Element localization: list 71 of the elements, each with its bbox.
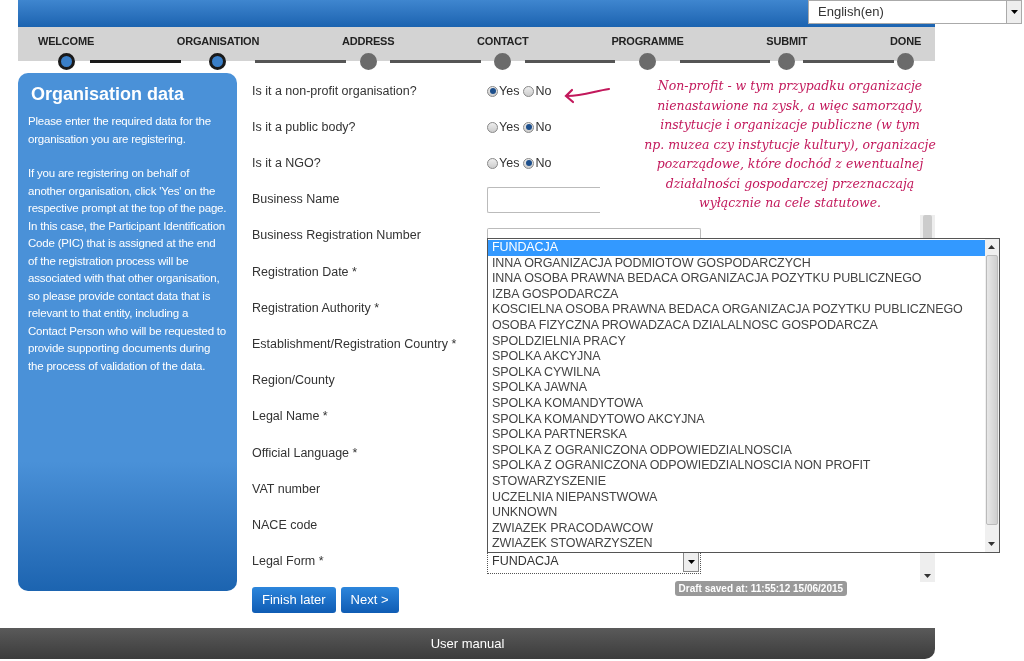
field-label: Business Registration Number — [252, 227, 422, 245]
list-option[interactable]: ZWIAZEK PRACODAWCOW — [488, 520, 985, 537]
next-button[interactable]: Next > — [340, 586, 399, 613]
field-label: NACE code — [252, 516, 319, 534]
radio-label: Yes — [499, 155, 520, 173]
field-label: Official Language * — [252, 444, 359, 462]
radio-button[interactable] — [523, 157, 535, 169]
radio-label: No — [535, 82, 552, 100]
list-option[interactable]: SPOLKA KOMANDYTOWO AKCYJNA — [488, 411, 985, 428]
scroll-down-button[interactable] — [920, 553, 935, 582]
radio-label: Yes — [499, 118, 520, 136]
list-option[interactable]: SPOLKA KOMANDYTOWA — [488, 395, 985, 412]
text-field[interactable] — [487, 186, 600, 213]
field-label: Is it a public body? — [252, 118, 357, 136]
handwritten-note: Non-profit - w tym przypadku organizacje nienastawione na zysk, a więc samorządy, instytucje i organizacje publiczne (w tym np. muzea czy instytucje kultury), organizacje pozarządowe, które dochód z ewentualnej działalności gospodarczej przeznaczają wyłącznie na cele statutowe. — [643, 77, 937, 212]
language-select[interactable]: English(en) — [808, 0, 1022, 24]
list-option[interactable]: SPOLKA CYWILNA — [488, 364, 985, 381]
field-label: Is it a non-profit organisation? — [252, 82, 418, 100]
sidebar-paragraph: If you are registering on behalf of another organisation, click 'Yes' on the respective prompt at the top of the page. In this case, the Participant Identification Code (PIC) that is assigned at the end of the registration process will be associated with that other organisation, so please provide contact data that is relevant to that entity, including a Contact Person who will be requested to provide supporting documents during the process of validation of the data. — [28, 166, 227, 374]
scroll-down-icon — [924, 574, 931, 578]
list-option[interactable]: STOWARZYSZENIE — [488, 473, 985, 490]
text-field[interactable] — [487, 227, 701, 238]
radio-button[interactable] — [487, 121, 498, 133]
list-option[interactable]: UCZELNIA NIEPANSTWOWA — [488, 489, 985, 506]
list-option[interactable]: INNA ORGANIZACJA PODMIOTOW GOSPODARCZYCH — [488, 255, 985, 272]
list-option[interactable]: UNKNOWN — [488, 505, 985, 521]
field-label: Legal Name * — [252, 408, 329, 426]
list-option[interactable]: SPOLKA Z OGRANICZONA ODPOWIEDZIALNOSCIA — [488, 442, 985, 459]
legal-form-list[interactable] — [487, 238, 1000, 553]
radio-button[interactable] — [523, 121, 535, 133]
step-label: WELCOME — [38, 35, 95, 48]
radio-button[interactable] — [523, 85, 535, 97]
list-scrollbar[interactable] — [985, 239, 999, 552]
radio-button[interactable] — [487, 85, 498, 97]
field-label: Legal Form * — [252, 553, 325, 571]
list-option[interactable]: SPOLKA JAWNA — [488, 380, 985, 396]
list-option[interactable]: IZBA GOSPODARCZA — [488, 286, 985, 303]
radio-label: No — [535, 118, 552, 136]
field-label: Establishment/Registration Country * — [252, 336, 458, 354]
sidebar-paragraph: Please enter the required data for the organisation you are registering. — [28, 114, 212, 147]
radio-label: Yes — [499, 82, 520, 100]
field-label: Registration Authority * — [252, 299, 381, 317]
step-label: ORGANISATION — [176, 35, 260, 48]
scroll-down-icon[interactable] — [988, 542, 995, 546]
sidebar-title: Organisation data — [30, 83, 186, 105]
step-label: SUBMIT — [766, 35, 808, 48]
finish-later-button[interactable]: Finish later — [252, 586, 336, 613]
radio-button[interactable] — [487, 157, 498, 169]
scroll-up-icon[interactable] — [988, 245, 995, 249]
list-option[interactable]: KOSCIELNA OSOBA PRAWNA BEDACA ORGANIZACJA POZYTKU PUBLICZNEGO — [488, 302, 985, 318]
arrow-icon — [563, 86, 611, 104]
step-label: PROGRAMME — [611, 35, 684, 48]
field-label: Region/County — [252, 372, 336, 390]
field-label: VAT number — [252, 480, 322, 498]
user-manual-link[interactable]: User manual — [430, 633, 505, 654]
list-option[interactable]: INNA OSOBA PRAWNA BEDACA ORGANIZACJA POZYTKU PUBLICZNEGO — [488, 271, 985, 287]
radio-label: No — [535, 155, 552, 173]
list-option[interactable]: SPOLKA AKCYJNA — [488, 349, 985, 365]
list-option[interactable]: OSOBA FIZYCZNA PROWADZACA DZIALALNOSC GOSPODARCZA — [488, 317, 985, 334]
step-label: CONTACT — [477, 35, 529, 48]
field-label: Registration Date * — [252, 263, 358, 281]
field-label: Business Name — [252, 191, 341, 209]
step-label: DONE — [890, 35, 922, 48]
step-label: ADDRESS — [341, 35, 395, 48]
field-label: Is it a NGO? — [252, 155, 322, 173]
list-option[interactable]: ZWIAZEK STOWARZYSZEN — [488, 536, 985, 552]
draft-saved-badge: Draft saved at: 11:55:12 15/06/2015 — [674, 580, 848, 596]
list-option[interactable]: SPOLKA PARTNERSKA — [488, 427, 985, 443]
scrollbar-thumb[interactable] — [986, 255, 998, 525]
list-option[interactable]: SPOLDZIELNIA PRACY — [488, 333, 985, 350]
list-option[interactable]: SPOLKA Z OGRANICZONA ODPOWIEDZIALNOSCIA NON PROFIT — [488, 458, 985, 474]
